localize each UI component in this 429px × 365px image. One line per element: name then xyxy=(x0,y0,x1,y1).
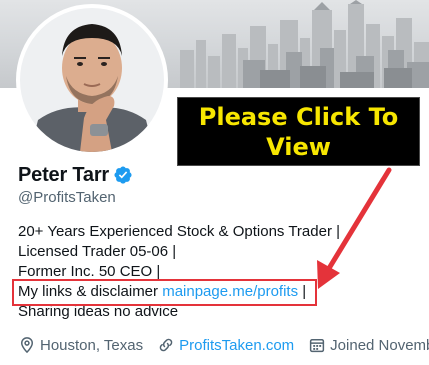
calendar-icon xyxy=(310,339,325,353)
location-text: Houston, Texas xyxy=(40,336,144,354)
website-link[interactable]: ProfitsTaken.com xyxy=(179,337,294,354)
joined-item: Joined November xyxy=(308,336,429,354)
location-pin-icon xyxy=(20,337,34,354)
website-item[interactable]: ProfitsTaken.com xyxy=(157,336,294,354)
red-arrow-icon xyxy=(317,167,392,289)
profile-meta-row: Houston, Texas ProfitsTaken.com Joined N… xyxy=(18,335,429,355)
joined-text: Joined November xyxy=(330,336,429,354)
location-item: Houston, Texas xyxy=(18,336,143,354)
link-icon xyxy=(159,338,173,352)
